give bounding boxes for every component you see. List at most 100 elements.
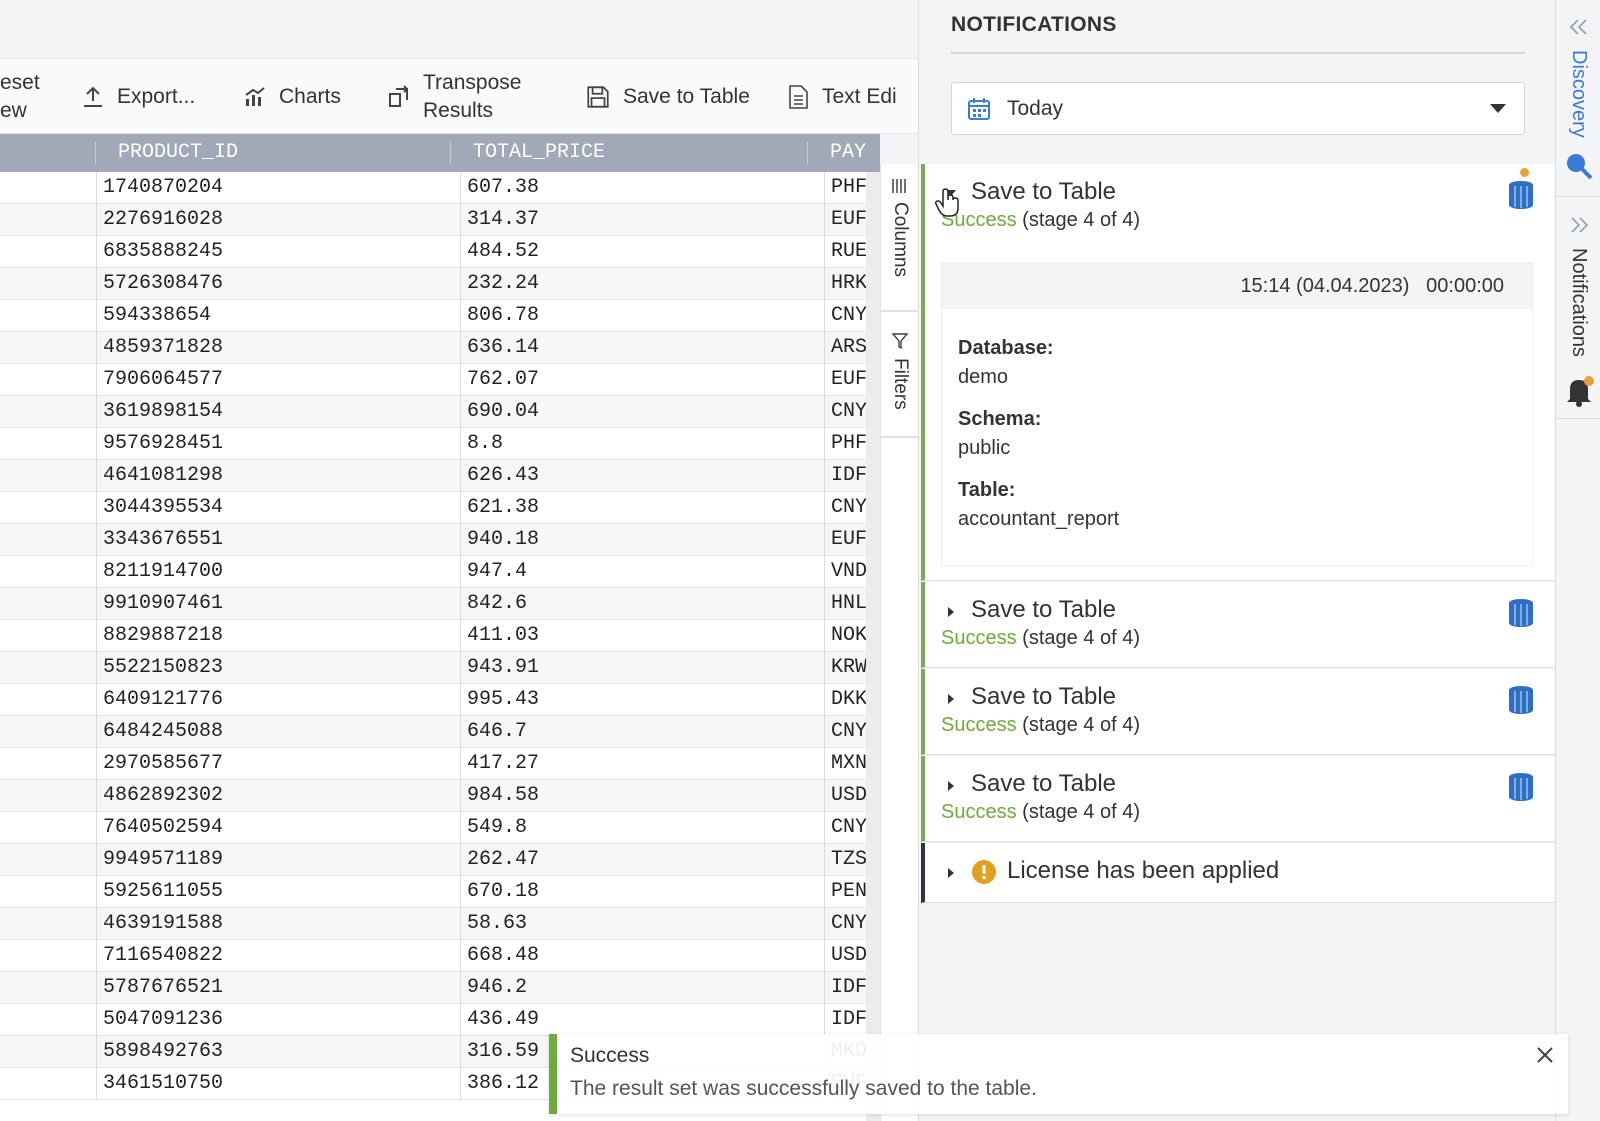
table-cell[interactable]: 411.03 — [460, 620, 824, 652]
table-cell[interactable]: IDF — [824, 460, 866, 492]
table-cell[interactable]: CNY — [824, 908, 866, 940]
table-cell[interactable]: USD — [824, 940, 866, 972]
expand-toggle-icon[interactable] — [948, 607, 954, 617]
reset-view-button[interactable]: eset ew — [0, 59, 40, 135]
table-cell[interactable]: 842.6 — [460, 588, 824, 620]
table-cell[interactable]: 8829887218 — [96, 620, 460, 652]
table-cell[interactable]: 232.24 — [460, 268, 824, 300]
tab-discovery[interactable]: Discovery — [1567, 50, 1590, 138]
expand-toggle-icon[interactable] — [948, 781, 954, 791]
table-cell[interactable]: 5925611055 — [96, 876, 460, 908]
table-cell[interactable]: 3619898154 — [96, 396, 460, 428]
table-cell[interactable]: 417.27 — [460, 748, 824, 780]
table-cell[interactable]: 9576928451 — [96, 428, 460, 460]
table-cell[interactable]: 3343676551 — [96, 524, 460, 556]
table-cell[interactable]: TZS — [824, 844, 866, 876]
table-cell[interactable]: 762.07 — [460, 364, 824, 396]
table-cell[interactable]: CNY — [824, 716, 866, 748]
table-cell[interactable]: 943.91 — [460, 652, 824, 684]
table-cell[interactable]: 1740870204 — [96, 172, 460, 204]
table-row[interactable]: 7640502594 549.8 CNY — [0, 812, 866, 844]
table-cell[interactable]: 6484245088 — [96, 716, 460, 748]
table-cell[interactable]: 995.43 — [460, 684, 824, 716]
table-cell[interactable]: 3461510750 — [96, 1068, 460, 1100]
table-cell[interactable]: 58.63 — [460, 908, 824, 940]
table-cell[interactable]: EUF — [824, 524, 866, 556]
tab-notifications[interactable]: Notifications — [1567, 248, 1590, 357]
table-cell[interactable]: 4641081298 — [96, 460, 460, 492]
table-cell[interactable]: ARS — [824, 332, 866, 364]
table-cell[interactable]: 4639191588 — [96, 908, 460, 940]
notification-card[interactable]: Save to Table Success (stage 4 of 4) — [921, 582, 1556, 668]
notification-card[interactable]: Save to Table Success (stage 4 of 4) — [921, 669, 1556, 755]
table-cell[interactable]: 5726308476 — [96, 268, 460, 300]
table-cell[interactable]: 946.2 — [460, 972, 824, 1004]
notification-card-license[interactable]: License has been applied — [921, 843, 1556, 903]
table-row[interactable]: 5726308476 232.24 HRK — [0, 268, 866, 300]
table-row[interactable]: 9576928451 8.8 PHF — [0, 428, 866, 460]
table-cell[interactable]: 3044395534 — [96, 492, 460, 524]
table-row[interactable]: 8211914700 947.4 VND — [0, 556, 866, 588]
table-row[interactable]: 5925611055 670.18 PEN — [0, 876, 866, 908]
tab-columns[interactable]: Columns — [881, 178, 919, 306]
table-row[interactable]: 9910907461 842.6 HNL — [0, 588, 866, 620]
table-cell[interactable]: 7906064577 — [96, 364, 460, 396]
table-cell[interactable]: DKK — [824, 684, 866, 716]
table-cell[interactable]: RUE — [824, 236, 866, 268]
table-cell[interactable]: EUF — [824, 204, 866, 236]
table-row[interactable]: 3619898154 690.04 CNY — [0, 396, 866, 428]
grid-scrollbar[interactable] — [866, 172, 880, 1121]
table-row[interactable]: 5047091236 436.49 IDF — [0, 1004, 866, 1036]
table-row[interactable]: 4641081298 626.43 IDF — [0, 460, 866, 492]
table-cell[interactable]: EUF — [824, 364, 866, 396]
table-row[interactable]: 6835888245 484.52 RUE — [0, 236, 866, 268]
table-cell[interactable]: 947.4 — [460, 556, 824, 588]
table-cell[interactable]: HNL — [824, 588, 866, 620]
date-filter-select[interactable]: Today — [951, 82, 1525, 135]
table-cell[interactable]: CNY — [824, 300, 866, 332]
table-row[interactable]: 4859371828 636.14 ARS — [0, 332, 866, 364]
charts-button[interactable]: Charts — [243, 59, 341, 135]
table-cell[interactable]: 549.8 — [460, 812, 824, 844]
table-cell[interactable]: 636.14 — [460, 332, 824, 364]
table-row[interactable]: 7116540822 668.48 USD — [0, 940, 866, 972]
transpose-results-button[interactable]: Transpose Results — [387, 59, 521, 135]
table-cell[interactable]: USD — [824, 780, 866, 812]
table-cell[interactable]: PHF — [824, 172, 866, 204]
table-cell[interactable]: PEN — [824, 876, 866, 908]
table-row[interactable]: 594338654 806.78 CNY — [0, 300, 866, 332]
table-cell[interactable]: 5522150823 — [96, 652, 460, 684]
table-row[interactable]: 3044395534 621.38 CNY — [0, 492, 866, 524]
table-cell[interactable]: 4862892302 — [96, 780, 460, 812]
table-cell[interactable]: CNY — [824, 492, 866, 524]
table-cell[interactable]: 6835888245 — [96, 236, 460, 268]
table-row[interactable]: 4639191588 58.63 CNY — [0, 908, 866, 940]
table-row[interactable]: 5787676521 946.2 IDF — [0, 972, 866, 1004]
table-cell[interactable]: CNY — [824, 396, 866, 428]
text-editor-button[interactable]: Text Edi — [786, 59, 897, 135]
table-cell[interactable]: 594338654 — [96, 300, 460, 332]
table-cell[interactable]: 940.18 — [460, 524, 824, 556]
notification-card[interactable]: Save to Table Success (stage 4 of 4) 15:… — [921, 164, 1556, 581]
table-cell[interactable]: 607.38 — [460, 172, 824, 204]
table-row[interactable]: 2276916028 314.37 EUF — [0, 204, 866, 236]
table-cell[interactable]: 621.38 — [460, 492, 824, 524]
table-row[interactable]: 6409121776 995.43 DKK — [0, 684, 866, 716]
notification-card[interactable]: Save to Table Success (stage 4 of 4) — [921, 756, 1556, 842]
table-cell[interactable]: 646.7 — [460, 716, 824, 748]
save-to-table-button[interactable]: Save to Table — [585, 59, 750, 135]
table-cell[interactable]: 8.8 — [460, 428, 824, 460]
table-row[interactable]: 4862892302 984.58 USD — [0, 780, 866, 812]
table-cell[interactable]: 5047091236 — [96, 1004, 460, 1036]
table-cell[interactable]: 314.37 — [460, 204, 824, 236]
table-cell[interactable]: 984.58 — [460, 780, 824, 812]
table-cell[interactable]: 690.04 — [460, 396, 824, 428]
table-cell[interactable]: KRW — [824, 652, 866, 684]
table-cell[interactable]: 5787676521 — [96, 972, 460, 1004]
table-row[interactable]: 6484245088 646.7 CNY — [0, 716, 866, 748]
table-row[interactable]: 2970585677 417.27 MXN — [0, 748, 866, 780]
column-header[interactable]: TOTAL_PRICE — [451, 134, 605, 172]
table-cell[interactable]: 2970585677 — [96, 748, 460, 780]
table-cell[interactable]: 5898492763 — [96, 1036, 460, 1068]
expand-toggle-icon[interactable] — [948, 868, 954, 878]
